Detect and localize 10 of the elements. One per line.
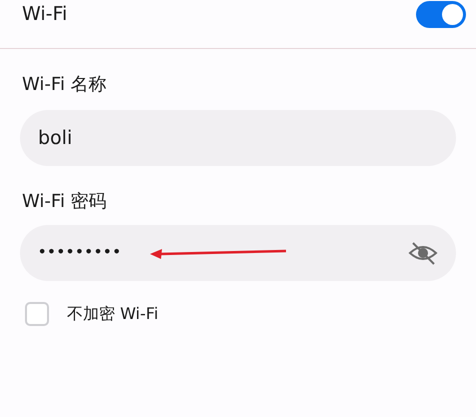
- checkbox[interactable]: [25, 302, 49, 326]
- password-field[interactable]: •••••••••: [20, 225, 456, 281]
- wifi-label: Wi-Fi: [22, 2, 68, 27]
- wifi-toggle[interactable]: [416, 0, 466, 28]
- no-encryption-label: 不加密 Wi-Fi: [67, 303, 158, 325]
- name-label: Wi-Fi 名称: [22, 73, 108, 97]
- password-label: Wi-Fi 密码: [22, 190, 108, 214]
- eye-off-icon[interactable]: [408, 240, 438, 266]
- name-field[interactable]: boli: [20, 110, 456, 166]
- password-value: •••••••••: [38, 244, 122, 262]
